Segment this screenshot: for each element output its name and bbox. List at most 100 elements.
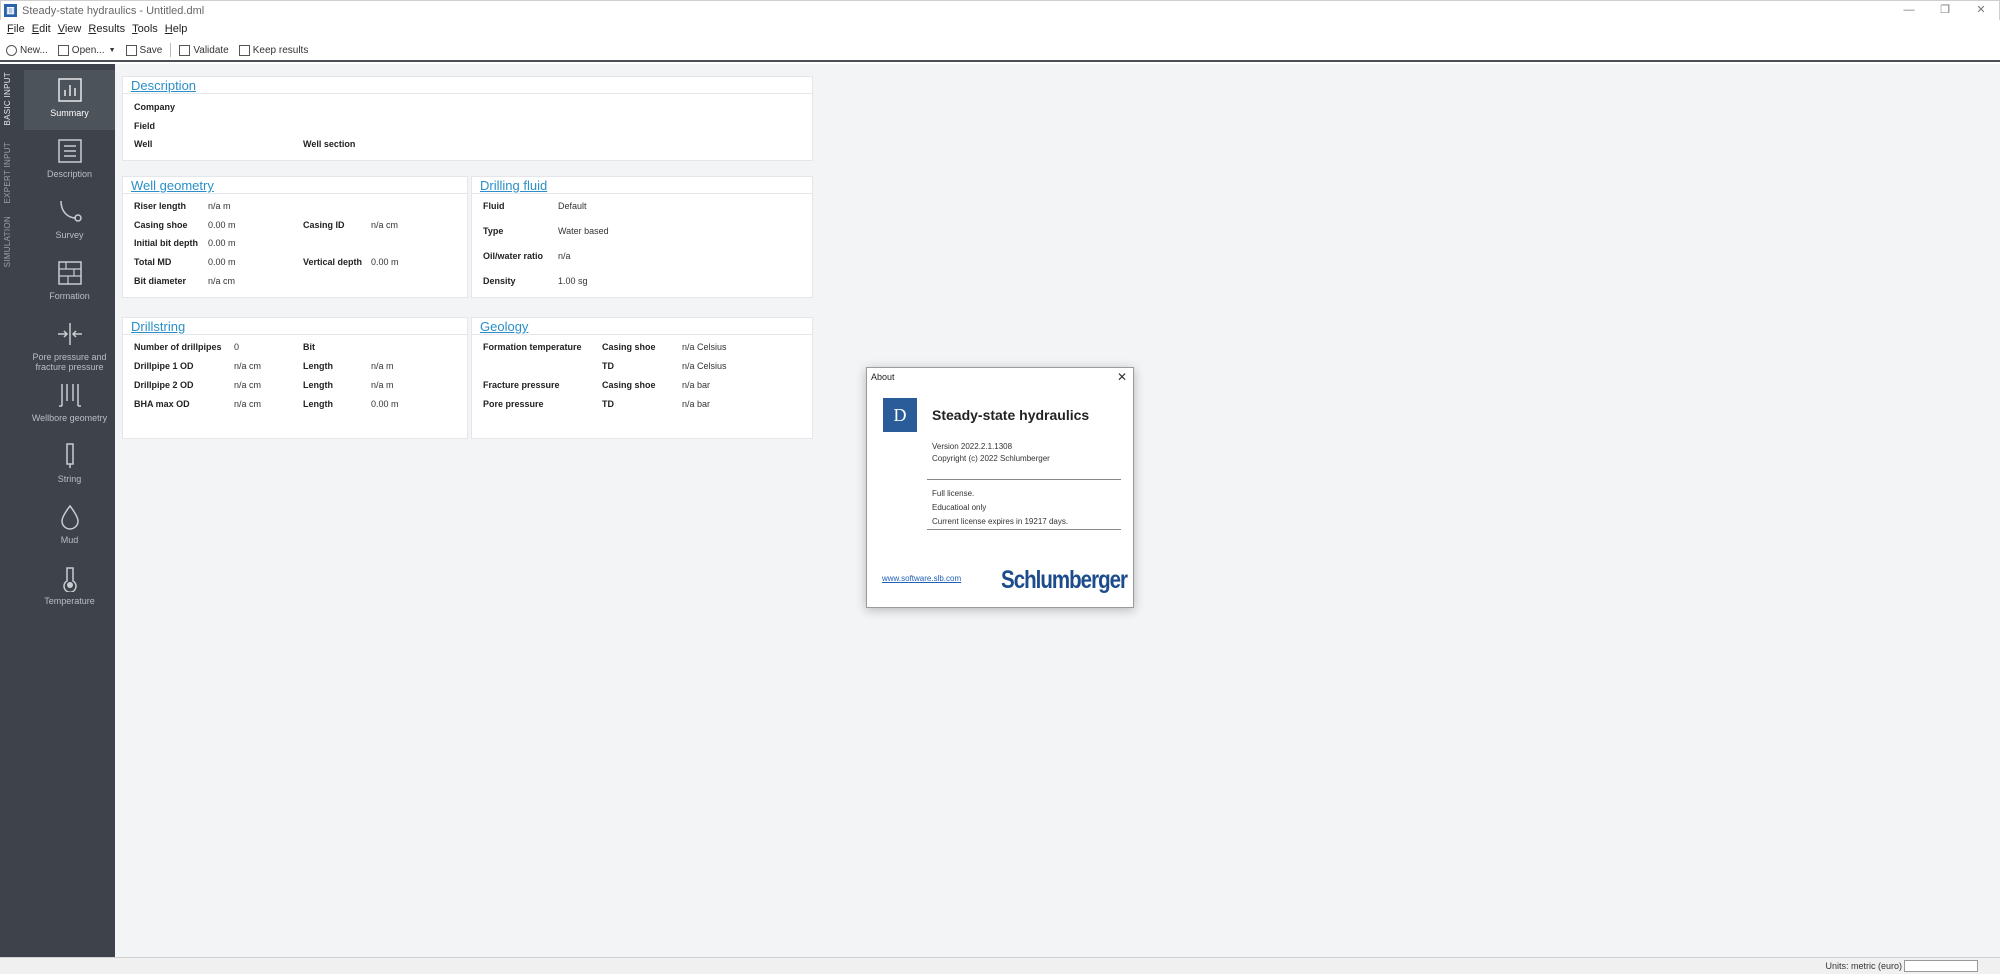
validate-button[interactable]: Validate [179,44,229,56]
about-dialog-title: About [871,372,895,382]
sidebar-item-survey[interactable]: Survey [24,192,115,252]
validate-icon [179,44,191,56]
drilling-fluid-title[interactable]: Drilling fluid [472,177,812,194]
close-window-icon[interactable]: ✕ [1963,1,1999,21]
app-logo-icon: ▥ [4,4,17,17]
drillstring-panel: Drillstring Number of drillpipes 0 Bit D… [122,317,468,439]
geology-td-pressure-label: TD [602,399,614,409]
status-field [1904,960,1978,972]
bha-max-od-value: n/a cm [234,399,262,409]
about-dialog: About ✕ D Steady-state hydraulics Versio… [866,367,1134,608]
sidebar-item-summary[interactable]: Summary [24,70,115,130]
bha-length-label: Length [303,399,333,409]
drillpipe-1-od-value: n/a cm [234,361,262,371]
product-name: Steady-state hydraulics [932,407,1090,423]
status-bar: Units: metric (euro) [0,957,2000,974]
chart-icon [57,78,82,102]
tab-expert-input[interactable]: EXPERT INPUT [3,142,12,204]
drilling-fluid-panel: Drilling fluid Fluid Default Type Water … [471,176,813,298]
bit-diameter-value: n/a cm [208,276,236,286]
initial-bit-depth-label: Initial bit depth [134,238,198,248]
description-title[interactable]: Description [123,77,812,94]
oil-water-ratio-value: n/a [558,251,571,261]
tab-simulation[interactable]: SIMULATION [3,216,12,267]
drillpipe-2-od-value: n/a cm [234,380,262,390]
well-section-label: Well section [303,139,356,149]
sidebar-item-mud[interactable]: Mud [24,497,115,557]
geology-title[interactable]: Geology [472,318,812,335]
schlumberger-logo: Schlumberger [1001,566,1128,594]
geology-casing-shoe-temp-label: Casing shoe [602,342,656,352]
folder-icon [57,44,69,56]
geology-casing-shoe-temp-value: n/a Celsius [682,342,727,352]
thermometer-icon [62,567,77,592]
menu-tools[interactable]: Tools [132,23,158,35]
keep-results-button[interactable]: Keep results [238,44,308,56]
product-logo-icon: D [883,398,917,432]
geology-casing-shoe-pressure-label: Casing shoe [602,380,656,390]
version-text: Version 2022.2.1.1308 [932,442,1013,451]
window-controls: — ❐ ✕ [1891,1,1999,21]
sidebar-item-pore-pressure[interactable]: Pore pressure and fracture pressure [24,314,115,376]
window-title: Steady-state hydraulics - Untitled.dml [22,4,205,17]
tab-basic-input[interactable]: BASIC INPUT [3,72,12,126]
geology-td-pressure-value: n/a bar [682,399,711,409]
geology-td-temp-value: n/a Celsius [682,361,727,371]
vertical-depth-value: 0.00 m [371,257,399,267]
sidebar-item-wellbore-geometry[interactable]: Wellbore geometry [24,375,115,435]
field-label: Field [134,121,156,131]
plus-circle-icon [6,44,17,56]
geology-td-temp-label: TD [602,361,614,371]
menu-help[interactable]: Help [165,23,188,35]
bha-length-value: 0.00 m [371,399,399,409]
license-expiry-text: Current license expires in 19217 days. [932,517,1069,526]
menu-view[interactable]: View [58,23,82,35]
geology-casing-shoe-pressure-value: n/a bar [682,380,711,390]
vertical-depth-label: Vertical depth [303,257,363,267]
units-status: Units: metric (euro) [1825,961,1902,971]
drillpipe-1-length-label: Length [303,361,333,371]
software-website-link[interactable]: www.software.slb.com [882,574,961,583]
layers-icon [238,44,250,56]
sidebar: Summary Description Survey Formation Por… [24,64,115,957]
menu-edit[interactable]: Edit [32,23,51,35]
casing-shoe-value: 0.00 m [208,220,236,230]
save-button[interactable]: Save [125,44,162,56]
license-type-text: Full license. [932,489,975,498]
sidebar-item-temperature[interactable]: Temperature [24,558,115,618]
toolbar-separator [170,43,172,57]
bha-max-od-label: BHA max OD [134,399,190,409]
copyright-text: Copyright (c) 2022 Schlumberger [932,454,1050,463]
minimize-icon[interactable]: — [1891,1,1927,21]
toolbar: New... Open... ▼ Save Validate Keep resu… [0,40,2000,62]
chevron-down-icon[interactable]: ▼ [109,47,116,54]
open-button[interactable]: Open... ▼ [57,44,116,56]
company-label: Company [134,102,176,112]
density-label: Density [483,276,516,286]
pressure-arrows-icon [57,323,82,345]
sidebar-item-formation[interactable]: Formation [24,253,115,313]
number-of-drillpipes-value: 0 [234,342,240,352]
formation-temperature-label: Formation temperature [483,342,582,352]
riser-length-value: n/a m [208,201,231,211]
fluid-value: Default [558,201,587,211]
drillstring-icon [65,443,74,468]
sidebar-item-description[interactable]: Description [24,131,115,191]
riser-length-label: Riser length [134,201,187,211]
restore-icon[interactable]: ❐ [1927,1,1963,21]
survey-path-icon [59,200,82,222]
menu-results[interactable]: Results [88,23,125,35]
drillpipe-1-od-label: Drillpipe 1 OD [134,361,194,371]
well-label: Well [134,139,153,149]
drillpipe-2-od-label: Drillpipe 2 OD [134,380,194,390]
description-panel: Description Company Field Well Well sect… [122,76,813,161]
bit-label: Bit [303,342,315,352]
sidebar-item-string[interactable]: String [24,436,115,496]
new-button[interactable]: New... [6,44,48,56]
well-geometry-panel: Well geometry Riser length n/a m Casing … [122,176,468,298]
close-icon[interactable]: ✕ [1117,370,1127,384]
drillstring-title[interactable]: Drillstring [123,318,467,335]
well-geometry-title[interactable]: Well geometry [123,177,467,194]
casing-shoe-label: Casing shoe [134,220,188,230]
menu-file[interactable]: File [7,23,25,35]
